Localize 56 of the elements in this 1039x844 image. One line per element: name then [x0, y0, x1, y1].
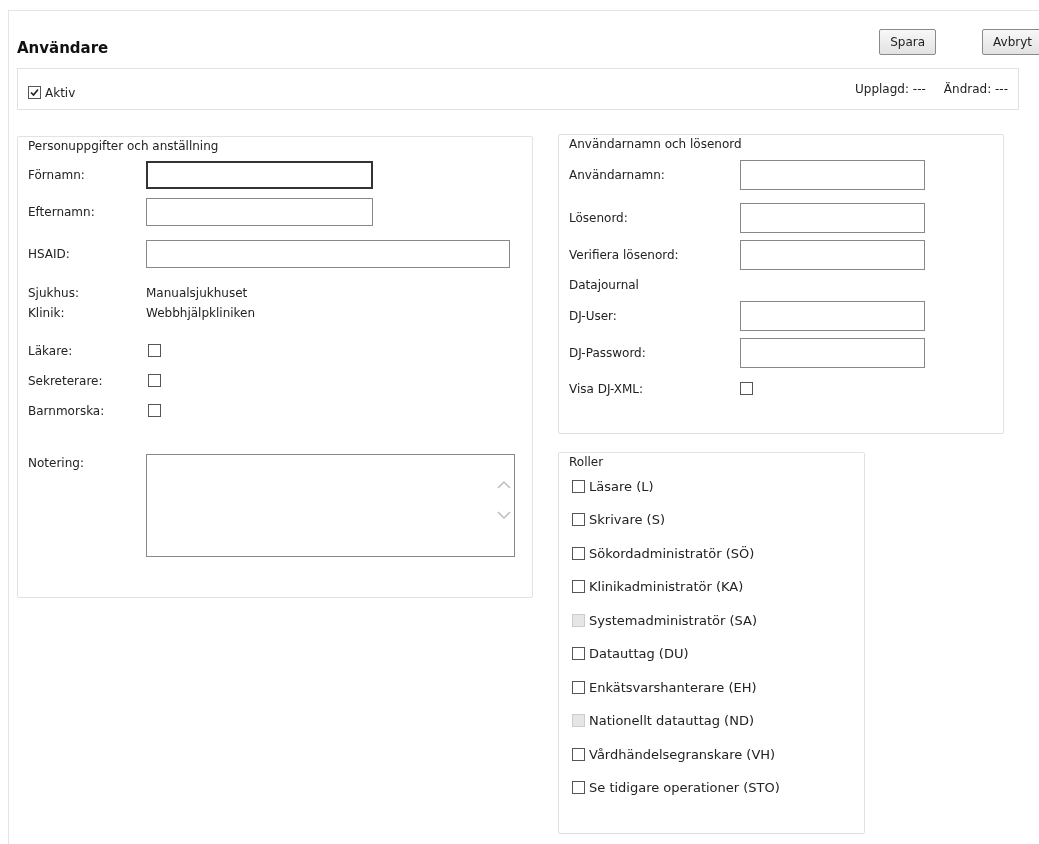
- checkbox-label: Se tidigare operationer (STO): [589, 779, 780, 797]
- page-title: Användare: [17, 38, 109, 59]
- checkbox[interactable]: [148, 344, 161, 357]
- field-label: DJ-User:: [569, 307, 618, 325]
- field-label: Användarnamn:: [569, 166, 666, 184]
- field-label: Sjukhus:: [28, 284, 80, 302]
- input-field[interactable]: [740, 202, 925, 233]
- input-field[interactable]: [740, 337, 925, 368]
- checkbox[interactable]: [572, 647, 585, 661]
- input-field[interactable]: [146, 197, 373, 226]
- checkbox[interactable]: [148, 374, 161, 387]
- field-label: Klinik:: [28, 304, 66, 322]
- checkbox[interactable]: [572, 680, 585, 694]
- field-label: HSAID:: [28, 245, 71, 263]
- input-field[interactable]: [740, 159, 925, 190]
- input-field[interactable]: [146, 160, 373, 189]
- button[interactable]: Spara: [879, 29, 937, 55]
- input-field[interactable]: [740, 300, 925, 331]
- input-field[interactable]: [146, 239, 510, 268]
- button[interactable]: Avbryt: [982, 29, 1039, 55]
- checkbox[interactable]: [572, 580, 585, 594]
- field-label: Notering:: [28, 454, 85, 472]
- checkbox[interactable]: [572, 747, 585, 761]
- checkbox[interactable]: [740, 382, 753, 395]
- field-label: Barnmorska:: [28, 402, 106, 420]
- checkbox-label: Vårdhändelsegranskare (VH): [589, 745, 776, 764]
- checkbox[interactable]: [28, 86, 41, 99]
- checkbox[interactable]: [572, 546, 585, 560]
- meta-text: Upplagd: ---: [855, 80, 926, 98]
- checkbox-label: Aktiv: [45, 84, 76, 102]
- checkbox[interactable]: [572, 513, 585, 527]
- field-label: Efternamn:: [28, 203, 96, 221]
- checkbox-label: Systemadministratör (SA): [589, 611, 758, 630]
- checkbox[interactable]: [572, 479, 585, 493]
- section-label: Datajournal: [569, 276, 639, 294]
- checkbox-label: Enkätsvarshanterare (EH): [589, 678, 757, 697]
- field-label: Lösenord:: [569, 209, 629, 227]
- checkbox[interactable]: [148, 404, 161, 417]
- field-label: DJ-Password:: [569, 344, 647, 362]
- field-label: Sekreterare:: [28, 372, 104, 390]
- field-label: Läkare:: [28, 342, 74, 360]
- checkbox-label: Skrivare (S): [589, 511, 665, 529]
- checkbox-label: Nationellt datauttag (ND): [589, 712, 754, 730]
- field-label: Visa DJ-XML:: [569, 380, 645, 398]
- field-value: Manualsjukhuset: [146, 284, 248, 302]
- field-label: Verifiera lösenord:: [569, 246, 680, 264]
- checkbox-label: Klinikadministratör (KA): [589, 578, 744, 596]
- input-field[interactable]: [740, 239, 925, 270]
- field-label: Förnamn:: [28, 166, 86, 184]
- checkbox-label: Läsare (L): [589, 477, 654, 496]
- meta-text: Ändrad: ---: [943, 80, 1008, 98]
- text-area[interactable]: [146, 453, 515, 557]
- checkbox-label: Sökordadministratör (SÖ): [589, 544, 755, 563]
- checkbox-label: Datauttag (DU): [589, 645, 689, 663]
- field-value: Webbhjälpkliniken: [146, 304, 256, 322]
- checkbox[interactable]: [572, 781, 585, 795]
